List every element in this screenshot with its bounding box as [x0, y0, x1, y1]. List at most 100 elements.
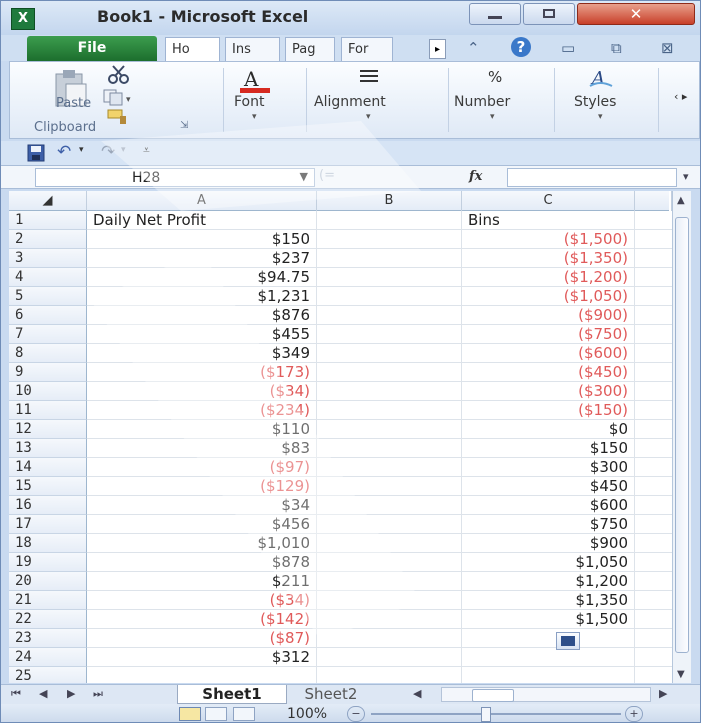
cell-b[interactable] [317, 572, 462, 591]
number-group[interactable]: % Number ▾ [450, 62, 550, 138]
scroll-right-icon[interactable]: ▶ [659, 687, 667, 700]
insert-function-icon[interactable]: fx [469, 169, 482, 184]
row-header[interactable]: 21 [9, 591, 87, 610]
cell-b[interactable] [317, 591, 462, 610]
chevron-down-icon[interactable]: ▼ [300, 170, 308, 183]
cell-b[interactable] [317, 610, 462, 629]
cell-c[interactable]: ($1,500) [462, 230, 635, 249]
cell-c[interactable]: $900 [462, 534, 635, 553]
cell-d[interactable] [635, 439, 675, 458]
cell-c[interactable]: Bins [462, 211, 635, 230]
help-icon[interactable]: ? [511, 37, 531, 57]
sheet-tab-sheet1[interactable]: Sheet1 [177, 685, 287, 704]
name-box[interactable]: H28 ▼ [35, 168, 315, 187]
row-header[interactable]: 16 [9, 496, 87, 515]
cell-b[interactable] [317, 534, 462, 553]
row-header[interactable]: 25 [9, 667, 87, 683]
cell-c[interactable]: $450 [462, 477, 635, 496]
next-sheet-icon[interactable]: ▶ [67, 687, 75, 700]
row-header[interactable]: 10 [9, 382, 87, 401]
cell-b[interactable] [317, 496, 462, 515]
tab-scroll-button[interactable]: ▸ [429, 39, 446, 59]
cell-d[interactable] [635, 211, 675, 230]
row-header[interactable]: 1 [9, 211, 87, 230]
cell-a[interactable]: ($142) [87, 610, 317, 629]
cell-b[interactable] [317, 401, 462, 420]
redo-dropdown-icon[interactable]: ▾ [121, 145, 126, 155]
cell-c[interactable]: ($750) [462, 325, 635, 344]
cell-b[interactable] [317, 306, 462, 325]
row-header[interactable]: 18 [9, 534, 87, 553]
tab-home[interactable]: Ho [165, 37, 220, 61]
excel-icon[interactable]: X [11, 8, 35, 30]
cell-a[interactable]: $150 [87, 230, 317, 249]
normal-view-button[interactable] [179, 707, 201, 721]
cell-a[interactable]: ($34) [87, 591, 317, 610]
row-header[interactable]: 19 [9, 553, 87, 572]
cell-c[interactable] [462, 667, 635, 683]
cell-a[interactable]: ($87) [87, 629, 317, 648]
zoom-out-button[interactable]: − [347, 706, 365, 722]
cell-b[interactable] [317, 420, 462, 439]
ribbon-more-icon[interactable]: ‹ ▸ [674, 90, 687, 103]
cell-d[interactable] [635, 477, 675, 496]
tab-page-layout[interactable]: Pag [285, 37, 335, 61]
row-header[interactable]: 24 [9, 648, 87, 667]
cell-c[interactable]: ($600) [462, 344, 635, 363]
cell-a[interactable]: ($129) [87, 477, 317, 496]
row-header[interactable]: 13 [9, 439, 87, 458]
row-header[interactable]: 15 [9, 477, 87, 496]
column-header-c[interactable]: C [462, 191, 635, 211]
cell-d[interactable] [635, 496, 675, 515]
horizontal-scroll-thumb[interactable] [472, 689, 514, 702]
zoom-slider-thumb[interactable] [481, 707, 491, 722]
maximize-button[interactable] [523, 3, 575, 25]
tab-file[interactable]: File [27, 36, 157, 61]
cell-b[interactable] [317, 515, 462, 534]
cell-c[interactable]: $0 [462, 420, 635, 439]
row-header[interactable]: 11 [9, 401, 87, 420]
cell-a[interactable]: $83 [87, 439, 317, 458]
cell-c[interactable]: $750 [462, 515, 635, 534]
minimize-ribbon-icon[interactable]: ⌃ [467, 39, 480, 57]
cell-d[interactable] [635, 534, 675, 553]
first-sheet-icon[interactable]: ⏮ [11, 687, 21, 701]
cell-c[interactable]: ($300) [462, 382, 635, 401]
cell-b[interactable] [317, 458, 462, 477]
expand-formula-bar-icon[interactable]: ▾ [683, 170, 689, 183]
save-icon[interactable] [27, 144, 45, 162]
clipboard-launcher-icon[interactable]: ⇲ [180, 120, 188, 131]
cell-a[interactable]: Daily Net Profit [87, 211, 317, 230]
redo-icon[interactable]: ↷ [101, 142, 115, 162]
cell-a[interactable]: ($34) [87, 382, 317, 401]
format-painter-icon[interactable] [106, 108, 134, 126]
paste-options-button[interactable] [556, 632, 580, 650]
cell-b[interactable] [317, 344, 462, 363]
cell-b[interactable] [317, 230, 462, 249]
cell-a[interactable]: ($234) [87, 401, 317, 420]
column-header-b[interactable]: B [317, 191, 462, 211]
cell-d[interactable] [635, 515, 675, 534]
tab-insert[interactable]: Ins [225, 37, 280, 61]
row-header[interactable]: 14 [9, 458, 87, 477]
cell-a[interactable]: ($173) [87, 363, 317, 382]
formula-input[interactable] [507, 168, 677, 187]
horizontal-scrollbar[interactable] [441, 687, 651, 702]
cell-d[interactable] [635, 325, 675, 344]
row-header[interactable]: 4 [9, 268, 87, 287]
customize-qat-icon[interactable]: ⩡ [143, 143, 150, 158]
cell-c[interactable]: $300 [462, 458, 635, 477]
cell-c[interactable]: $150 [462, 439, 635, 458]
row-header[interactable]: 9 [9, 363, 87, 382]
window-close-icon[interactable]: ⊠ [661, 39, 674, 57]
alignment-group[interactable]: Alignment ▾ [308, 62, 448, 138]
vertical-scrollbar[interactable]: ▲ ▼ [672, 191, 691, 683]
cell-b[interactable] [317, 382, 462, 401]
cell-b[interactable] [317, 249, 462, 268]
cell-a[interactable]: $110 [87, 420, 317, 439]
cell-d[interactable] [635, 382, 675, 401]
cell-b[interactable] [317, 553, 462, 572]
page-break-view-button[interactable] [233, 707, 255, 721]
cell-a[interactable]: $456 [87, 515, 317, 534]
cell-d[interactable] [635, 591, 675, 610]
